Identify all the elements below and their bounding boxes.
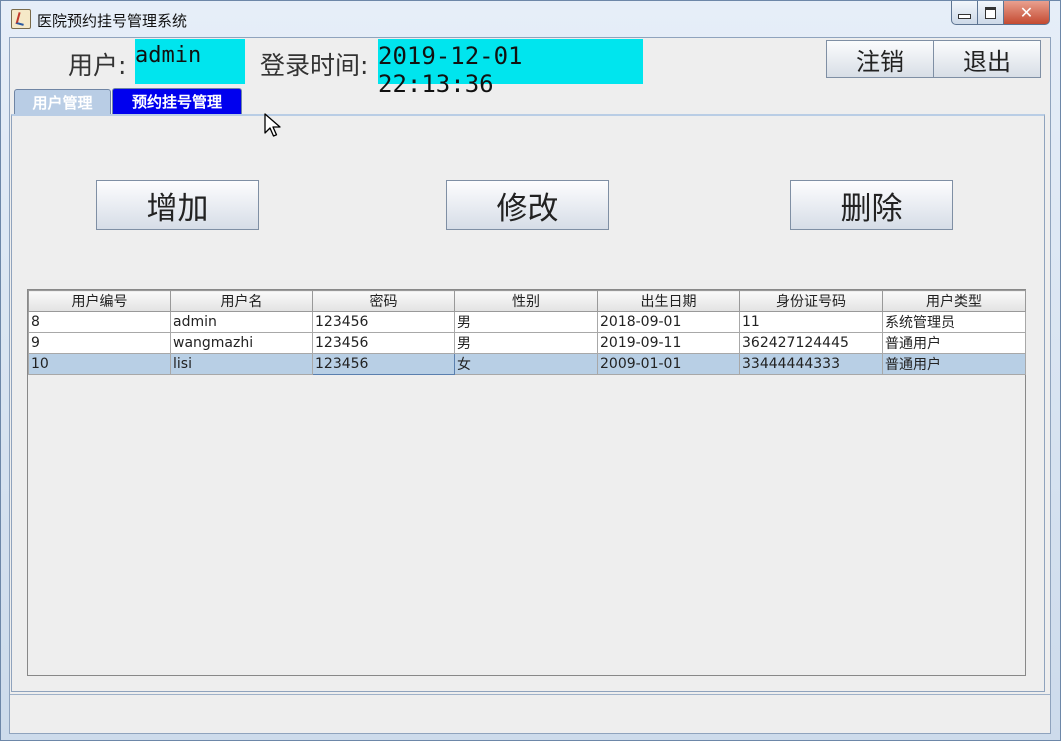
app-window: 医院预约挂号管理系统 ✕ 用户: admin 登录时间: 2019-12-01 … [0,0,1061,741]
minimize-button[interactable] [951,1,978,25]
column-header[interactable]: 性别 [454,290,598,312]
table-cell[interactable]: 系统管理员 [882,311,1026,333]
table-cell[interactable]: 普通用户 [882,353,1026,375]
table-cell[interactable]: 123456 [312,332,455,354]
table-header-row: 用户编号 用户名 密码 性别 出生日期 身份证号码 用户类型 [28,290,1026,312]
logout-button[interactable]: 注销 [826,40,934,78]
login-time-value: 2019-12-01 22:13:36 [378,39,643,98]
table-cell[interactable]: admin [170,311,313,333]
user-management-panel: 增加 修改 删除 用户编号 用户名 密码 性别 出生日期 身份证号码 用户类型 … [11,114,1045,692]
table-cell[interactable]: 9 [28,332,171,354]
table-cell[interactable]: 女 [454,353,598,375]
table-row[interactable]: 9 wangmazhi 123456 男 2019-09-11 36242712… [28,332,1026,354]
column-header[interactable]: 密码 [312,290,455,312]
user-label: 用户: [68,51,127,80]
tab-appointment-management[interactable]: 预约挂号管理 [112,88,242,114]
table-cell[interactable]: 普通用户 [882,332,1026,354]
users-table-scrollpane[interactable]: 用户编号 用户名 密码 性别 出生日期 身份证号码 用户类型 8 admin 1… [27,289,1026,676]
mouse-cursor-icon [264,113,281,137]
table-cell[interactable]: 2009-01-01 [597,353,740,375]
table-cell[interactable]: 33444444333 [739,353,883,375]
window-title: 医院预约挂号管理系统 [37,12,188,30]
table-cell[interactable]: 2019-09-11 [597,332,740,354]
table-cell[interactable]: 男 [454,332,598,354]
column-header[interactable]: 用户类型 [882,290,1026,312]
tab-user-management[interactable]: 用户管理 [14,89,111,114]
table-cell[interactable]: 8 [28,311,171,333]
client-area: 用户: admin 登录时间: 2019-12-01 22:13:36 注销 退… [9,37,1051,734]
table-cell[interactable]: 362427124445 [739,332,883,354]
users-table: 用户编号 用户名 密码 性别 出生日期 身份证号码 用户类型 8 admin 1… [28,290,1026,375]
table-row[interactable]: 8 admin 123456 男 2018-09-01 11 系统管理员 [28,311,1026,333]
exit-button[interactable]: 退出 [933,40,1041,78]
login-time-label: 登录时间: [260,51,369,80]
table-cell[interactable]: 11 [739,311,883,333]
close-button[interactable]: ✕ [1004,1,1050,25]
table-cell[interactable]: 男 [454,311,598,333]
minimize-icon [958,13,971,19]
user-value: admin [135,39,245,84]
table-cell[interactable]: 2018-09-01 [597,311,740,333]
java-app-icon [11,9,31,29]
edit-button[interactable]: 修改 [446,180,609,230]
status-bar-divider [10,694,1050,695]
table-cell[interactable]: 123456 [312,311,455,333]
close-icon: ✕ [1019,2,1034,22]
table-cell[interactable]: wangmazhi [170,332,313,354]
maximize-button[interactable] [978,1,1004,25]
table-cell-focused[interactable]: 123456 [312,353,455,375]
table-cell[interactable]: lisi [170,353,313,375]
table-cell[interactable]: 10 [28,353,171,375]
window-controls: ✕ [951,1,1050,27]
column-header[interactable]: 用户名 [170,290,313,312]
add-button[interactable]: 增加 [96,180,259,230]
table-row-selected[interactable]: 10 lisi 123456 女 2009-01-01 33444444333 … [28,353,1026,375]
title-bar[interactable]: 医院预约挂号管理系统 ✕ [1,1,1060,37]
maximize-icon [985,6,996,19]
column-header[interactable]: 身份证号码 [739,290,883,312]
column-header[interactable]: 出生日期 [597,290,740,312]
delete-button[interactable]: 删除 [790,180,953,230]
column-header[interactable]: 用户编号 [28,290,171,312]
